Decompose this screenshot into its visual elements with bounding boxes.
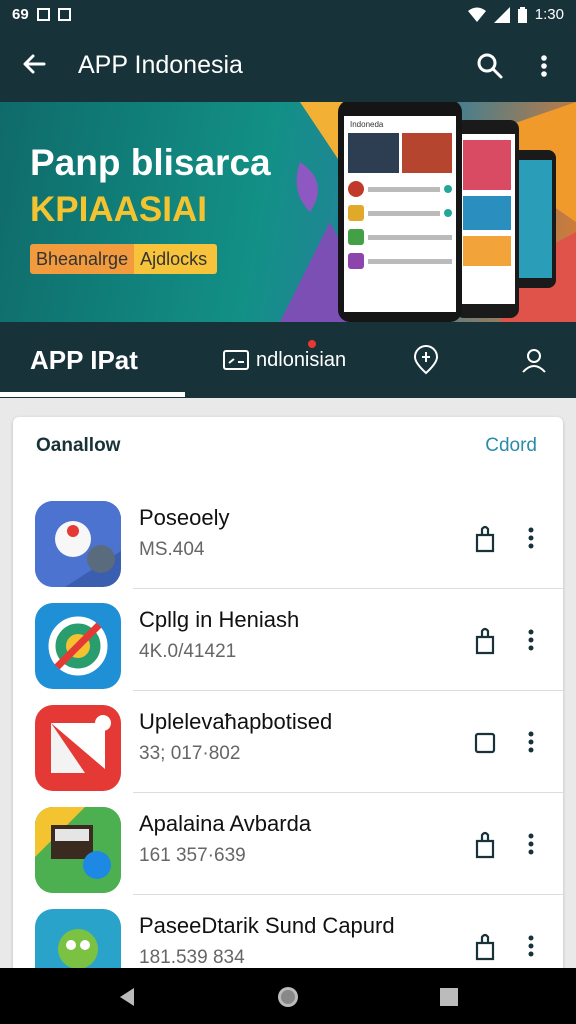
list-item[interactable]: Cpllg in Heniash 4K.0/41421 (13, 589, 563, 691)
app-name: PaseeDtarik Sund Capurd (139, 913, 395, 938)
share-icon[interactable] (471, 931, 499, 961)
more-vert-icon[interactable] (523, 931, 539, 961)
app-name: Apalaina Avbarda (139, 811, 312, 836)
app-icon (35, 603, 121, 689)
image-icon (36, 8, 50, 21)
app-name: Cpllg in Heniash (139, 607, 300, 632)
app-icon (35, 807, 121, 893)
tab-app-ipat-label: APP IPat (30, 344, 138, 375)
list-item[interactable]: Apalaina Avbarda 161 357·639 (13, 793, 563, 895)
app-name: Poseoely (139, 505, 230, 530)
person-icon (522, 349, 546, 373)
share-icon[interactable] (471, 625, 499, 655)
banner-subheadline: KPIAASIAI (30, 190, 207, 229)
app-meta: 181.539 834 (139, 947, 245, 968)
tab-active-indicator (0, 392, 185, 397)
tab-indonesian-label: ndlonisian (256, 348, 347, 371)
nav-back-icon[interactable] (116, 986, 138, 1008)
chart-icon (57, 8, 71, 21)
nav-home-icon[interactable] (276, 985, 300, 1009)
search-icon[interactable] (474, 50, 506, 82)
app-bar: APP Indonesia (0, 30, 576, 102)
banner-cta[interactable]: Bheanalrge Ajdlocks (30, 244, 218, 274)
more-vert-icon[interactable] (523, 727, 539, 757)
nav-recents-icon[interactable] (438, 986, 460, 1008)
phone-mockup-middle (455, 120, 519, 318)
promo-banner[interactable]: Panp blisarca KPIAASIAI Bheanalrge Ajdlo… (0, 102, 576, 322)
tab-bar: APP IPat ndlonisian (0, 322, 576, 398)
app-meta: 4K.0/41421 (139, 641, 237, 662)
app-icon (35, 705, 121, 791)
list-item[interactable]: Poseoely MS.404 (13, 487, 563, 589)
banner-cta-right: Ajdlocks (134, 244, 218, 274)
list-item[interactable]: Uplelevaħapbotised 33; 017·802 (13, 691, 563, 793)
app-icon (35, 501, 121, 587)
tab-app-ipat[interactable]: APP IPat (30, 322, 138, 398)
square-icon[interactable] (471, 727, 499, 757)
battery-icon (517, 6, 527, 23)
share-icon[interactable] (471, 829, 499, 859)
app-list-card: Oanallow Cdord Poseoely MS.404 Cpllg in … (13, 417, 563, 977)
app-meta: MS.404 (139, 539, 205, 560)
notification-badge (308, 340, 316, 348)
signal-icon (493, 6, 510, 23)
banner-headline: Panp blisarca (30, 142, 271, 183)
tab-profile[interactable] (520, 322, 548, 398)
app-icon (35, 909, 121, 977)
system-nav-bar (0, 968, 576, 1024)
arrow-left-icon[interactable] (18, 48, 50, 80)
app-meta: 33; 017·802 (139, 743, 241, 764)
location-icon (413, 345, 439, 375)
more-vert-icon[interactable] (523, 523, 539, 553)
more-vert-icon[interactable] (530, 50, 558, 82)
status-left-text: 69 (12, 6, 29, 23)
banner-cta-left: Bheanalrge (30, 244, 135, 274)
more-vert-icon[interactable] (523, 625, 539, 655)
phone-header: Indoneda (350, 120, 384, 129)
wifi-icon (467, 7, 486, 22)
phone-mockup-front: Indoneda (338, 102, 462, 322)
more-vert-icon[interactable] (523, 829, 539, 859)
card-heading: Oanallow (36, 435, 121, 456)
app-meta: 161 357·639 (139, 845, 246, 866)
share-icon[interactable] (471, 523, 499, 553)
app-title: APP Indonesia (78, 51, 243, 79)
id-card-icon (223, 350, 249, 370)
card-link[interactable]: Cdord (485, 435, 537, 457)
status-time: 1:30 (534, 6, 564, 23)
app-name: Uplelevaħapbotised (139, 709, 333, 734)
tab-indonesian[interactable]: ndlonisian (222, 322, 346, 398)
status-bar: 69 1:30 (0, 0, 576, 30)
tab-location[interactable] (412, 322, 440, 398)
list-item[interactable]: PaseeDtarik Sund Capurd 181.539 834 (13, 895, 563, 977)
